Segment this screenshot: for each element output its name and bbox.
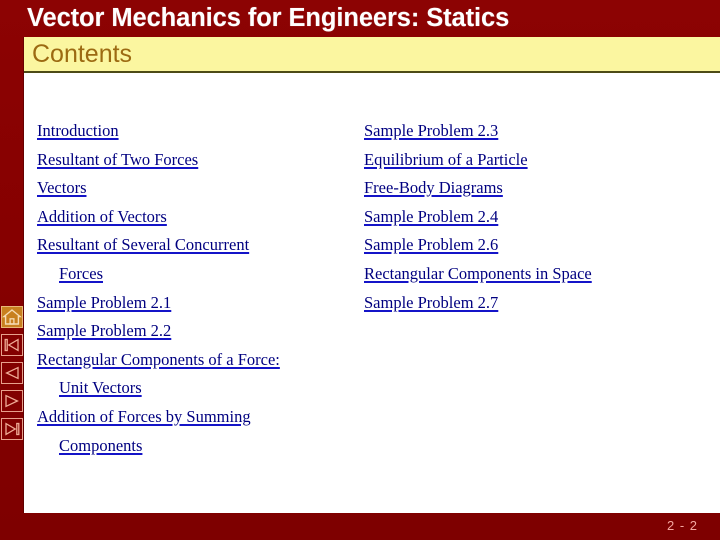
toc-link-text: Sample Problem 2.2 <box>37 321 172 341</box>
slide-body: Introduction Resultant of Two Forces Vecto… <box>24 73 720 513</box>
next-slide-icon[interactable] <box>1 390 23 412</box>
toc-link-text: Addition of Forces by Summing <box>37 406 251 426</box>
first-slide-icon[interactable] <box>1 334 23 356</box>
toc-link[interactable]: Rectangular Components of a Force: Unit V… <box>37 346 357 403</box>
toc-link[interactable]: Resultant of Several Concurrent Forces <box>37 231 357 288</box>
toc-link-text: Sample Problem 2.4 <box>364 206 499 226</box>
section-header-band: Contents <box>24 37 720 73</box>
home-icon[interactable] <box>1 306 23 328</box>
toc-link[interactable]: Equilibrium of a Particle <box>364 146 704 175</box>
toc-link-text: Introduction <box>37 121 119 140</box>
toc-link-text: Addition of Vectors <box>37 206 167 226</box>
last-slide-icon[interactable] <box>1 418 23 440</box>
toc-link[interactable]: Rectangular Components in Space <box>364 260 704 289</box>
toc-link-text: Resultant of Two Forces <box>37 149 199 169</box>
toc-link[interactable]: Free-Body Diagrams <box>364 174 704 203</box>
toc-link-text: Sample Problem 2.1 <box>37 292 172 312</box>
toc-link[interactable]: Sample Problem 2.6 <box>364 231 704 260</box>
toc-link-text: Components <box>59 435 143 455</box>
toc-link[interactable]: Sample Problem 2.3 <box>364 117 704 146</box>
toc-link-text: Free-Body Diagrams <box>364 178 503 198</box>
page-number: 2 - 2 <box>666 518 698 533</box>
toc-link-text: Equilibrium of a Particle <box>364 149 528 169</box>
title-bar: Vector Mechanics for Engineers: Statics <box>0 0 720 37</box>
toc-link-text: Unit Vectors <box>59 378 142 398</box>
previous-slide-icon[interactable] <box>1 362 23 384</box>
toc-link[interactable]: Resultant of Two Forces <box>37 146 357 175</box>
toc-right-column: Sample Problem 2.3 Equilibrium of a Parti… <box>364 117 704 317</box>
toc-link-text: Resultant of Several Concurrent <box>37 235 250 255</box>
toc-link-text: Sample Problem 2.7 <box>364 292 499 312</box>
footer-bar: 2 - 2 <box>0 513 720 540</box>
page-title: Vector Mechanics for Engineers: Statics <box>27 4 510 32</box>
section-title: Contents <box>32 40 133 68</box>
toc-link-text: Sample Problem 2.3 <box>364 121 499 140</box>
toc-link-text: Rectangular Components of a Force: <box>37 349 280 369</box>
toc-link[interactable]: Sample Problem 2.2 <box>37 317 357 346</box>
toc-link[interactable]: Vectors <box>37 174 357 203</box>
toc-link[interactable]: Sample Problem 2.4 <box>364 203 704 232</box>
table-of-contents: Introduction Resultant of Two Forces Vecto… <box>24 73 720 513</box>
toc-link-text: Sample Problem 2.6 <box>364 235 499 255</box>
toc-link[interactable]: Sample Problem 2.1 <box>37 289 357 318</box>
toc-link-text: Forces <box>59 263 103 283</box>
toc-link[interactable]: Addition of Forces by Summing Components <box>37 403 357 460</box>
navigation-rail <box>1 306 23 446</box>
slide: Vector Mechanics for Engineers: Statics … <box>0 0 720 540</box>
toc-link[interactable]: Addition of Vectors <box>37 203 357 232</box>
toc-link[interactable]: Sample Problem 2.7 <box>364 289 704 318</box>
toc-link-text: Vectors <box>37 178 87 198</box>
toc-link-text: Rectangular Components in Space <box>364 263 592 283</box>
toc-left-column: Introduction Resultant of Two Forces Vecto… <box>37 117 357 460</box>
toc-link[interactable]: Introduction <box>37 117 357 146</box>
